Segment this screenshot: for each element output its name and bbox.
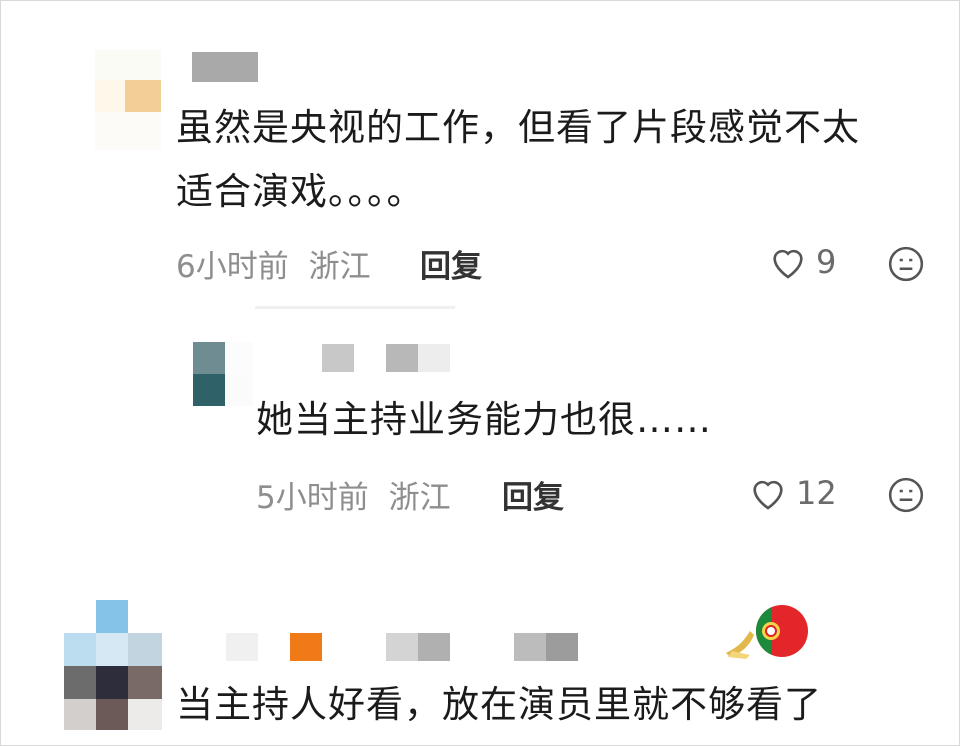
username-blurred[interactable] bbox=[514, 633, 546, 661]
location: 浙江 bbox=[308, 249, 371, 285]
username-blurred[interactable] bbox=[418, 633, 450, 661]
reply-meta: 5小时前 浙江 bbox=[256, 472, 451, 517]
avatar[interactable] bbox=[193, 342, 253, 406]
username-blurred[interactable] bbox=[290, 633, 322, 661]
dislike-face-icon[interactable] bbox=[887, 245, 925, 283]
like-count: 12 bbox=[796, 474, 837, 512]
username-blurred[interactable] bbox=[546, 633, 578, 661]
reply-button[interactable]: 回复 bbox=[420, 241, 482, 286]
heart-icon bbox=[753, 480, 783, 510]
comment-2: 当主持人好看，放在演员里就不够看了 bbox=[0, 595, 960, 746]
username-blurred[interactable] bbox=[386, 344, 418, 372]
username-blurred[interactable] bbox=[322, 344, 354, 372]
avatar[interactable] bbox=[95, 50, 161, 150]
like-button[interactable]: 12 bbox=[748, 474, 837, 512]
portugal-flag-badge-icon bbox=[726, 605, 808, 659]
avatar[interactable] bbox=[64, 600, 162, 730]
comment-1: 虽然是央视的工作，但看了片段感觉不太 适合演戏。。。。 6小时前 浙江 回复 9 bbox=[0, 0, 960, 300]
like-button[interactable]: 9 bbox=[768, 243, 836, 281]
username-blurred[interactable] bbox=[226, 633, 258, 661]
thread-divider bbox=[255, 306, 455, 309]
reply-button[interactable]: 回复 bbox=[502, 472, 564, 517]
like-count: 9 bbox=[816, 243, 837, 281]
username-blurred[interactable] bbox=[192, 52, 258, 82]
username-blurred[interactable] bbox=[418, 344, 450, 372]
comment-meta: 6小时前 浙江 bbox=[176, 241, 371, 286]
comment-text: 虽然是央视的工作，但看了片段感觉不太 适合演戏。。。。 bbox=[176, 106, 860, 213]
comment-text: 当主持人好看，放在演员里就不够看了 bbox=[176, 683, 822, 726]
location: 浙江 bbox=[388, 480, 451, 516]
dislike-face-icon[interactable] bbox=[887, 476, 925, 514]
username-blurred[interactable] bbox=[386, 633, 418, 661]
timestamp: 6小时前 bbox=[176, 249, 289, 285]
timestamp: 5小时前 bbox=[256, 480, 369, 516]
reply-text: 她当主持业务能力也很…… bbox=[256, 398, 712, 441]
reply-1: 她当主持业务能力也很…… 5小时前 浙江 回复 12 bbox=[0, 320, 960, 540]
heart-icon bbox=[773, 249, 803, 279]
